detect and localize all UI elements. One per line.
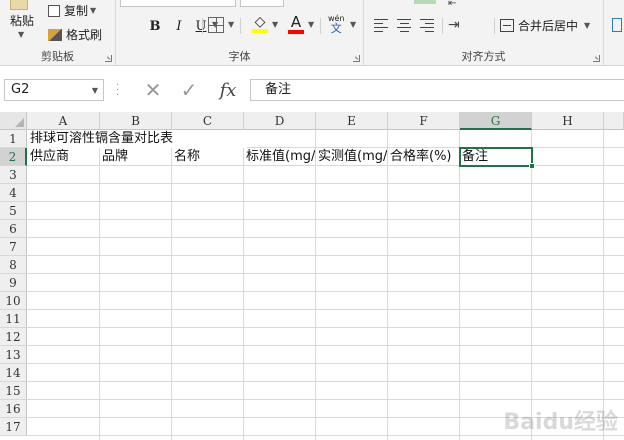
column-header-b[interactable]: B	[100, 112, 172, 130]
font-group: B I U ▼ ▼ ◇ ▼ A ▼ wén 文 ▼ 字体	[116, 0, 364, 66]
fill-color-button[interactable]: ◇	[252, 15, 268, 33]
cell-e2[interactable]: 实测值(mg/kg)	[315, 148, 387, 166]
row-header-15[interactable]: 15	[0, 382, 27, 400]
paste-icon[interactable]	[10, 0, 28, 10]
column-header-e[interactable]: E	[316, 112, 388, 130]
row-header-7[interactable]: 7	[0, 238, 27, 256]
cell-a2[interactable]: 供应商	[27, 148, 99, 166]
fill-handle[interactable]	[529, 163, 535, 169]
font-color-dropdown-icon[interactable]: ▼	[308, 20, 314, 29]
font-launcher-icon[interactable]	[353, 55, 360, 62]
increase-indent-icon[interactable]: ⇥	[448, 17, 460, 33]
column-header-i[interactable]	[604, 112, 624, 130]
row-header-11[interactable]: 11	[0, 310, 27, 328]
number-format-icon[interactable]	[612, 18, 622, 32]
column-header-h[interactable]: H	[532, 112, 604, 130]
borders-icon[interactable]	[208, 17, 224, 33]
select-all-corner[interactable]	[0, 112, 27, 130]
wrap-highlight	[414, 0, 436, 4]
name-box[interactable]: G2 ▼	[4, 79, 104, 101]
enter-icon[interactable]: ✓	[176, 78, 202, 102]
format-painter-icon	[48, 28, 62, 41]
row-header-9[interactable]: 9	[0, 274, 27, 292]
active-cell-selection[interactable]	[459, 147, 535, 169]
row-header-10[interactable]: 10	[0, 292, 27, 310]
merge-center-icon	[500, 19, 514, 32]
column-header-c[interactable]: C	[172, 112, 244, 130]
column-header-d[interactable]: D	[244, 112, 316, 130]
align-center-icon[interactable]	[396, 17, 412, 33]
merge-dropdown-icon: ▼	[584, 21, 591, 30]
paste-button[interactable]: 粘贴	[10, 12, 34, 29]
fill-color-dropdown-icon[interactable]: ▼	[272, 20, 278, 29]
formula-bar: G2 ▼ · · · ✕ ✓ fx 备注	[0, 66, 624, 112]
copy-icon	[48, 4, 60, 17]
column-header-a[interactable]: A	[27, 112, 100, 130]
row-header-12[interactable]: 12	[0, 328, 27, 346]
format-painter-button[interactable]: 格式刷	[48, 26, 102, 43]
cell-f2[interactable]: 合格率(%)	[387, 148, 459, 166]
align-left-icon[interactable]	[374, 17, 390, 33]
decrease-indent-icon[interactable]: ⇤	[448, 0, 456, 9]
clipboard-group-label: 剪贴板	[41, 50, 74, 63]
row-header-13[interactable]: 13	[0, 346, 27, 364]
row-header-8[interactable]: 8	[0, 256, 27, 274]
row-header-14[interactable]: 14	[0, 364, 27, 382]
row-header-6[interactable]: 6	[0, 220, 27, 238]
bold-button[interactable]: B	[146, 16, 164, 36]
column-header-f[interactable]: F	[388, 112, 460, 130]
row-header-3[interactable]: 3	[0, 166, 27, 184]
alignment-launcher-icon[interactable]	[593, 55, 600, 62]
row-header-16[interactable]: 16	[0, 400, 27, 418]
alignment-group: ⇤ ⇥ 合并后居中 ▼ 对齐方式	[364, 0, 604, 66]
cell-d2[interactable]: 标准值(mg/kg)	[243, 148, 315, 166]
baidu-watermark: Baidu经验	[503, 410, 618, 435]
column-header-g[interactable]: G	[460, 112, 532, 130]
copy-button[interactable]: 复制 ▼	[48, 2, 96, 19]
cell-c2[interactable]: 名称	[171, 148, 243, 166]
font-name-combo[interactable]	[120, 0, 236, 7]
cell-b2[interactable]: 品牌	[99, 148, 171, 166]
font-group-label: 字体	[228, 50, 251, 63]
formula-input[interactable]: 备注	[250, 79, 624, 101]
row-header-4[interactable]: 4	[0, 184, 27, 202]
fill-bucket-icon: ◇	[254, 14, 266, 30]
phonetic-guide-button[interactable]: wén 文	[328, 14, 345, 34]
alignment-group-label: 对齐方式	[461, 50, 506, 63]
font-color-icon: A	[290, 13, 302, 31]
borders-dropdown-icon[interactable]: ▼	[228, 20, 234, 29]
cell-a1[interactable]: 排球可溶性镉含量对比表	[27, 130, 247, 148]
merge-center-button[interactable]: 合并后居中 ▼	[500, 17, 590, 34]
clipboard-group: 粘贴 ▼ 复制 ▼ 格式刷 剪贴板	[0, 0, 116, 66]
formula-bar-grip-icon[interactable]: · · ·	[116, 81, 120, 101]
row-header-1[interactable]: 1	[0, 130, 27, 148]
name-box-dropdown-icon[interactable]: ▼	[92, 81, 98, 101]
font-size-combo[interactable]	[240, 0, 284, 7]
italic-button[interactable]: I	[170, 16, 188, 36]
cancel-icon[interactable]: ✕	[140, 78, 166, 102]
font-color-button[interactable]: A	[288, 15, 304, 34]
font-color-bar	[288, 30, 304, 34]
paste-dropdown-icon[interactable]: ▼	[18, 30, 24, 39]
copy-dropdown-icon: ▼	[90, 6, 97, 15]
clipboard-launcher-icon[interactable]	[105, 55, 112, 62]
align-right-icon[interactable]	[418, 17, 434, 33]
worksheet-grid[interactable]: A B C D E F G H 1 2 3 4 5 6 7 8 9 10 11 …	[0, 112, 624, 440]
row-header-5[interactable]: 5	[0, 202, 27, 220]
phonetic-dropdown-icon[interactable]: ▼	[350, 20, 356, 29]
insert-function-icon[interactable]: fx	[214, 78, 242, 102]
row-header-2[interactable]: 2	[0, 148, 27, 166]
fill-color-bar	[252, 29, 268, 33]
row-header-17[interactable]: 17	[0, 418, 27, 436]
ribbon: 粘贴 ▼ 复制 ▼ 格式刷 剪贴板 B I U ▼ ▼ ◇ ▼ A	[0, 0, 624, 66]
